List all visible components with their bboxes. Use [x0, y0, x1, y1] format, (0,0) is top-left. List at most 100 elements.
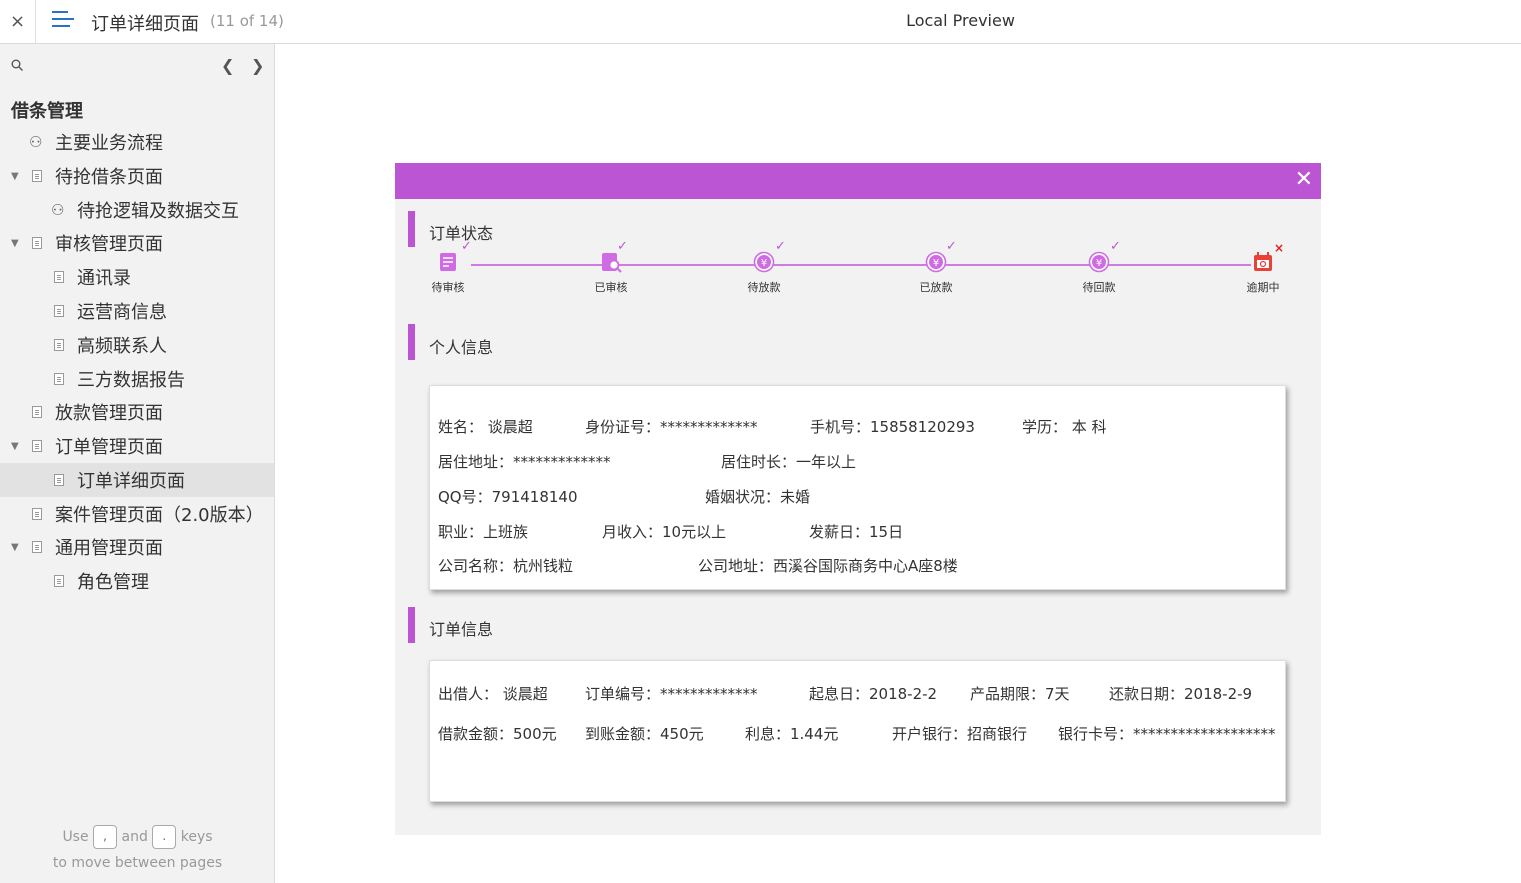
- sidebar-item-orders[interactable]: ▼ 订单管理页面: [0, 429, 274, 463]
- prev-page-button[interactable]: ❮: [221, 56, 234, 75]
- status-step-label: 逾期中: [1246, 281, 1280, 294]
- field-name: 姓名： 谈晨超: [438, 418, 533, 436]
- page-icon: [54, 373, 64, 385]
- sidebar-item-label: 运营商信息: [77, 302, 167, 323]
- document-search-icon: [602, 253, 622, 273]
- keyboard-hint: Use , and . keys to move between pages: [0, 824, 275, 876]
- flowchart-icon: ⚇: [51, 201, 65, 219]
- order-info-card: 出借人： 谈晨超 订单编号：************* 起息日：2018-2-2…: [429, 660, 1286, 802]
- caret-down-icon[interactable]: ▼: [11, 171, 19, 182]
- sidebar-item-frequent-contacts[interactable]: 高频联系人: [0, 328, 274, 362]
- document-check-icon: [440, 253, 456, 271]
- field-education: 学历： 本 科: [1022, 418, 1107, 436]
- section-title-personal: 个人信息: [429, 338, 494, 357]
- field-lender: 出借人： 谈晨超: [438, 685, 548, 703]
- section-title-order: 订单信息: [429, 620, 494, 639]
- hint-text: to move between pages: [52, 855, 223, 871]
- sidebar-item-pending-logic[interactable]: ⚇ 待抢逻辑及数据交互: [0, 193, 274, 227]
- page-icon: [32, 508, 42, 520]
- page-icon: [54, 474, 64, 486]
- field-address: 居住地址：*************: [438, 453, 611, 471]
- status-step: ¥ 待回款: [1069, 251, 1129, 295]
- status-step-label: 待回款: [1082, 281, 1116, 294]
- field-term: 产品期限：7天: [970, 685, 1070, 703]
- svg-text:¥: ¥: [933, 258, 939, 269]
- check-icon: ✓: [461, 239, 472, 254]
- sidebar-item-third-party-report[interactable]: 三方数据报告: [0, 362, 274, 396]
- caret-down-icon[interactable]: ▼: [11, 238, 19, 249]
- field-order-number: 订单编号：*************: [585, 685, 758, 703]
- sidebar-item-order-detail[interactable]: 订单详细页面: [0, 463, 274, 497]
- preview-title: Local Preview: [906, 11, 1015, 30]
- sidebar-item-label: 通用管理页面: [55, 538, 163, 559]
- status-step: ¥ 待放款: [734, 251, 794, 295]
- field-marital: 婚姻状况：未婚: [705, 488, 811, 506]
- check-icon: ✓: [775, 239, 786, 254]
- sidebar-item-label: 三方数据报告: [77, 370, 185, 391]
- top-bar: × 订单详细页面 (11 of 14) Local Preview: [0, 0, 1521, 44]
- sidebar-item-label: 案件管理页面（2.0版本）: [55, 505, 264, 526]
- section-accent-bar: [408, 211, 415, 247]
- sidebar-item-label: 高频联系人: [77, 336, 167, 357]
- sidebar-item-cases[interactable]: 案件管理页面（2.0版本）: [0, 497, 274, 531]
- status-step-label: 待审核: [431, 281, 465, 294]
- section-accent-bar: [408, 607, 415, 643]
- sidebar-item-review[interactable]: ▼ 审核管理页面: [0, 226, 274, 260]
- svg-text:¥: ¥: [761, 258, 767, 269]
- field-income: 月收入：10元以上: [602, 523, 727, 541]
- panel-header: ✕: [395, 163, 1321, 199]
- status-step: 已审核: [581, 251, 641, 295]
- field-card-number: 银行卡号：*******************: [1058, 725, 1276, 743]
- sidebar-item-carrier[interactable]: 运营商信息: [0, 294, 274, 328]
- page-icon: [32, 237, 42, 249]
- yen-coin-icon: ¥: [925, 251, 947, 273]
- field-payday: 发薪日：15日: [809, 523, 904, 541]
- status-step-label: 已放款: [919, 281, 953, 294]
- field-residence-duration: 居住时长：一年以上: [721, 453, 857, 471]
- next-page-button[interactable]: ❯: [251, 56, 264, 75]
- sidebar-item-roles[interactable]: 角色管理: [0, 564, 274, 598]
- svg-text:¥: ¥: [1096, 258, 1102, 269]
- key-prev: ,: [93, 825, 118, 849]
- yen-coin-icon: ¥: [753, 251, 775, 273]
- page-icon: [54, 271, 64, 283]
- caret-down-icon[interactable]: ▼: [11, 441, 19, 452]
- page-icon: [32, 406, 42, 418]
- check-icon: ✓: [946, 239, 957, 254]
- sidebar-item-contacts[interactable]: 通讯录: [0, 260, 274, 294]
- page-icon: [54, 305, 64, 317]
- status-step-label: 待放款: [747, 281, 781, 294]
- page-icon: [32, 541, 42, 553]
- personal-info-card: 姓名： 谈晨超 身份证号：************* 手机号：158581202…: [429, 385, 1286, 590]
- page-icon: [54, 575, 64, 587]
- sidebar-item-disbursement[interactable]: 放款管理页面: [0, 395, 274, 429]
- tree-root: 借条管理: [11, 101, 83, 122]
- hint-text: Use: [62, 829, 89, 845]
- section-accent-bar: [408, 324, 415, 360]
- caret-down-icon[interactable]: ▼: [11, 542, 19, 553]
- sidebar-item-label: 通讯录: [77, 268, 131, 289]
- sidebar-item-label: 审核管理页面: [55, 234, 163, 255]
- hint-text: keys: [180, 829, 213, 845]
- sidebar-item-general[interactable]: ▼ 通用管理页面: [0, 530, 274, 564]
- check-icon: ✓: [1110, 239, 1121, 254]
- sidebar-item-label: 主要业务流程: [55, 133, 163, 154]
- field-qq: QQ号：791418140: [438, 488, 578, 506]
- check-icon: ✓: [617, 239, 628, 254]
- field-loan-amount: 借款金额：500元: [438, 725, 557, 743]
- status-step: ¥ 已放款: [906, 251, 966, 295]
- search-icon[interactable]: [11, 59, 23, 71]
- sidebar-item-pending-loans[interactable]: ▼ 待抢借条页面: [0, 159, 274, 193]
- cross-icon: ×: [1274, 241, 1285, 255]
- close-icon[interactable]: ✕: [1295, 168, 1313, 192]
- sidebar-item-label: 订单管理页面: [55, 437, 163, 458]
- status-step: 待审核: [418, 251, 478, 295]
- sidebar-item-label: 订单详细页面: [77, 471, 185, 492]
- status-step: 逾期中: [1233, 251, 1293, 295]
- hint-text: and: [121, 829, 148, 845]
- field-received-amount: 到账金额：450元: [585, 725, 704, 743]
- page-icon: [32, 440, 42, 452]
- field-company: 公司名称：杭州钱粒: [438, 557, 574, 575]
- sidebar-item-main-flow[interactable]: ⚇ 主要业务流程: [0, 125, 274, 159]
- sidebar-item-label: 角色管理: [77, 572, 149, 593]
